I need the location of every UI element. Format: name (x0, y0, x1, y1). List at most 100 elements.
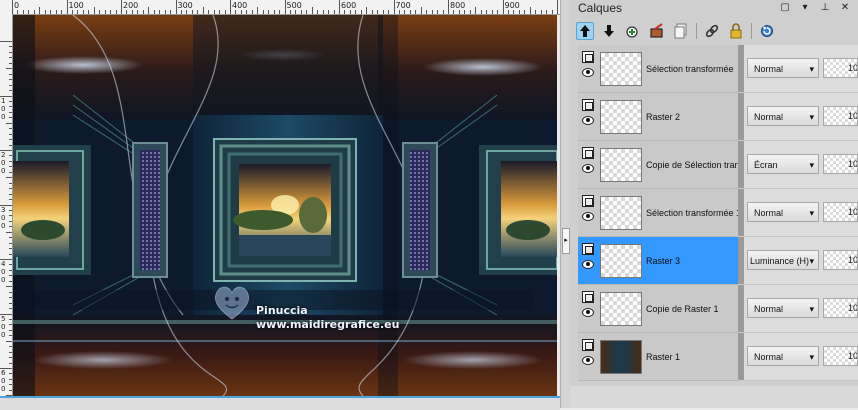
edit-mask-icon[interactable] (648, 22, 666, 40)
blend-mode-select[interactable]: Normal (747, 346, 819, 367)
blend-mode-select[interactable]: Normal (747, 58, 819, 79)
toolbar-separator (696, 23, 697, 39)
close-icon[interactable]: ✕ (840, 2, 850, 13)
ruler-tick (235, 10, 237, 14)
ruler-tick (322, 10, 324, 14)
watermark-name: Pinuccia (256, 304, 308, 317)
layer-group-icon[interactable] (582, 291, 594, 303)
layer-row[interactable]: Copie de Raster 1 Normal 100 (578, 285, 858, 333)
layer-row[interactable]: Copie de Sélection tran Écran 100 (578, 141, 858, 189)
layer-row[interactable]: Sélection transformée 1 Normal 100 (578, 189, 858, 237)
ruler-tick (9, 373, 12, 375)
ruler-tick (9, 346, 12, 348)
visibility-eye-icon[interactable] (582, 259, 594, 269)
ruler-tick (28, 10, 30, 14)
blend-mode-select[interactable]: Normal (747, 106, 819, 127)
ruler-tick (9, 160, 12, 162)
opacity-field[interactable]: 100 (823, 154, 858, 174)
layer-group-icon[interactable] (582, 51, 594, 63)
opacity-field[interactable]: 100 (823, 250, 858, 270)
ruler-tick (415, 10, 417, 14)
layer-group-icon[interactable] (582, 147, 594, 159)
ruler-tick (9, 297, 12, 299)
ruler-tick (33, 10, 35, 14)
visibility-eye-icon[interactable] (582, 307, 594, 317)
ruler-tick (99, 10, 101, 14)
ruler-tick (9, 193, 12, 195)
new-layer-icon[interactable] (624, 22, 642, 40)
layer-group-icon[interactable] (582, 195, 594, 207)
ruler-tick (9, 291, 12, 293)
ruler-tick (295, 10, 297, 14)
ruler-tick (6, 177, 12, 179)
ruler-tick (9, 155, 12, 157)
image-canvas[interactable]: Pinuccia www.maidiregrafice.eu (13, 15, 557, 396)
layer-properties: Normal 100 (744, 333, 858, 381)
ruler-label: 500 (286, 1, 302, 10)
visibility-eye-icon[interactable] (582, 163, 594, 173)
move-up-icon[interactable] (576, 22, 594, 40)
layers-panel: Calques ▢ ▾ ⊥ ✕ Sélection transformée No… (570, 0, 858, 408)
menu-icon[interactable]: ▾ (800, 2, 810, 13)
move-down-icon[interactable] (600, 22, 618, 40)
ruler-label: 0 (1, 377, 6, 385)
ruler-tick (431, 10, 433, 14)
link-icon[interactable] (703, 22, 721, 40)
ruler-tick (300, 10, 302, 14)
layer-row[interactable]: Sélection transformée Normal 100 (578, 45, 858, 93)
lock-icon[interactable] (727, 22, 745, 40)
visibility-eye-icon[interactable] (582, 355, 594, 365)
duplicate-icon[interactable] (672, 22, 690, 40)
ruler-tick (551, 10, 553, 14)
opacity-field[interactable]: 100 (823, 202, 858, 222)
ruler-label: 600 (341, 1, 357, 10)
layer-row[interactable]: Raster 1 Normal 100 (578, 333, 858, 381)
ruler-tick (55, 10, 57, 14)
ruler-tick (9, 117, 12, 119)
ruler-tick (9, 335, 12, 337)
ruler-tick (9, 324, 12, 326)
ruler-tick (224, 10, 226, 14)
ruler-tick (9, 199, 12, 201)
ruler-tick (540, 10, 542, 14)
layer-name: Raster 1 (646, 352, 681, 362)
ruler-tick (9, 90, 12, 92)
restore-icon[interactable]: ▢ (780, 2, 790, 13)
ruler-tick (371, 10, 373, 14)
ruler-label: 0 (1, 330, 6, 339)
ruler-tick (355, 10, 357, 14)
blend-mode-select[interactable]: Écran (747, 154, 819, 175)
ruler-tick (137, 10, 139, 14)
layer-group-icon[interactable] (582, 99, 594, 111)
visibility-eye-icon[interactable] (582, 211, 594, 221)
ruler-tick (9, 100, 12, 102)
ruler-label: 800 (450, 1, 466, 10)
ruler-tick (9, 220, 12, 222)
opacity-field[interactable]: 100 (823, 106, 858, 126)
opacity-field[interactable]: 100 (823, 58, 858, 78)
layer-row-selected[interactable]: Raster 3 Luminance (H) 100 (578, 237, 858, 285)
ruler-tick (9, 111, 12, 113)
visibility-eye-icon[interactable] (582, 67, 594, 77)
layer-info: Copie de Raster 1 (578, 285, 738, 333)
layer-row[interactable]: Raster 2 Normal 100 (578, 93, 858, 141)
visibility-eye-icon[interactable] (582, 115, 594, 125)
blend-mode-select[interactable]: Normal (747, 298, 819, 319)
layer-group-icon[interactable] (582, 243, 594, 255)
ruler-tick (88, 10, 90, 14)
layer-group-icon[interactable] (582, 339, 594, 351)
blend-mode-select[interactable]: Luminance (H) (747, 250, 819, 271)
layer-name: Copie de Raster 1 (646, 304, 719, 314)
refresh-icon[interactable] (758, 22, 776, 40)
opacity-field[interactable]: 100 (823, 346, 858, 366)
collapse-arrow-icon[interactable]: ▸ (562, 228, 570, 254)
ruler-tick (22, 10, 24, 14)
ruler-label: 900 (504, 1, 520, 10)
layer-thumbnail (600, 196, 642, 230)
layer-properties: Normal 100 (744, 189, 858, 237)
ruler-tick (317, 10, 319, 14)
pin-icon[interactable]: ⊥ (820, 2, 830, 13)
blend-mode-select[interactable]: Normal (747, 202, 819, 223)
opacity-field[interactable]: 100 (823, 298, 858, 318)
ruler-tick (9, 269, 12, 271)
